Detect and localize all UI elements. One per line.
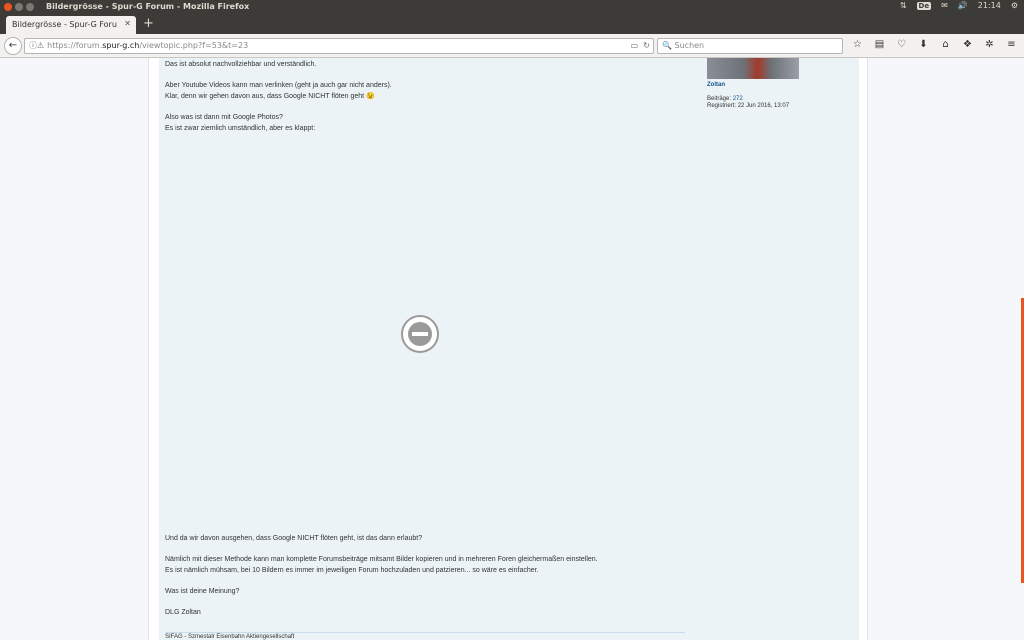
window-minimize-button[interactable]: [15, 3, 23, 11]
os-top-bar: Bildergrösse - Spur-G Forum - Mozilla Fi…: [0, 0, 1024, 14]
post-paragraph: Das ist absolut nachvollziehbar und vers…: [165, 59, 685, 70]
post-body: Das ist absolut nachvollziehbar und vers…: [165, 58, 685, 144]
mail-icon[interactable]: ✉: [941, 1, 948, 10]
post-text-line: Das ist absolut nachvollziehbar und vers…: [165, 61, 317, 68]
post-paragraph: DLG Zoltan: [165, 607, 685, 618]
post-text-line: Aber Youtube Videos kann man verlinken (…: [165, 82, 392, 89]
post-body-continued: Und da wir davon ausgehen, dass Google N…: [165, 533, 685, 628]
download-arrow-icon[interactable]: ⬇: [916, 39, 931, 50]
author-profile: Zoltan Beiträge: 272 Registriert: 22 Jun…: [707, 58, 807, 110]
tab-strip: Bildergrösse - Spur-G Foru ✕ +: [0, 14, 1024, 34]
bookmark-star-icon[interactable]: ☆: [850, 39, 865, 50]
back-arrow-icon[interactable]: ←: [4, 37, 22, 55]
volume-icon[interactable]: 🔊: [958, 1, 968, 10]
url-host: spur-g.ch: [102, 41, 140, 50]
posts-count-link[interactable]: 272: [733, 96, 743, 102]
signature-divider: [165, 632, 685, 633]
post-text-line: Es ist nämlich mühsam, bei 10 Bildern es…: [165, 567, 539, 574]
keyboard-layout-indicator[interactable]: De: [916, 1, 932, 10]
post-paragraph: Also was ist dann mit Google Photos? Es …: [165, 112, 685, 134]
clock[interactable]: 21:14: [978, 1, 1001, 10]
author-meta: Beiträge: 272 Registriert: 22 Jun 2016, …: [707, 96, 807, 110]
tab-title: Bildergrösse - Spur-G Foru: [12, 20, 117, 29]
registered-date: 22 Jun 2016, 13:07: [737, 103, 790, 109]
post-paragraph: Und da wir davon ausgehen, dass Google N…: [165, 533, 685, 544]
post-text-line: DLG Zoltan: [165, 609, 201, 616]
settings-gear-icon[interactable]: ⚙: [1011, 1, 1018, 10]
page-viewport: Das ist absolut nachvollziehbar und vers…: [0, 58, 1024, 640]
search-placeholder: Suchen: [674, 41, 705, 50]
post-text-line: Nämlich mit dieser Methode kann man komp…: [165, 556, 598, 563]
post-paragraph: Aber Youtube Videos kann man verlinken (…: [165, 80, 685, 102]
window-maximize-button[interactable]: [26, 3, 34, 11]
post-text-line: Klar, denn wir gehen davon aus, dass Goo…: [165, 93, 375, 100]
post-text-line: Was ist deine Meinung?: [165, 588, 240, 595]
post-text-line: Und da wir davon ausgehen, dass Google N…: [165, 535, 423, 542]
forum-container: Das ist absolut nachvollziehbar und vers…: [148, 58, 868, 640]
blocked-content-icon: [401, 315, 439, 353]
post-text-line: Also was ist dann mit Google Photos?: [165, 114, 283, 121]
network-icon[interactable]: ⇅: [900, 1, 907, 10]
site-info-icon[interactable]: ⓘ⚠: [29, 41, 44, 50]
url-path: /viewtopic.php?f=53&t=23: [139, 41, 249, 50]
tab-close-icon[interactable]: ✕: [124, 19, 131, 28]
addon-icon[interactable]: ✲: [982, 39, 997, 50]
url-bar[interactable]: ⓘ⚠ https://forum.spur-g.ch/viewtopic.php?…: [24, 38, 654, 54]
pocket-icon[interactable]: ♡: [894, 39, 909, 50]
blocked-embedded-image[interactable]: [159, 140, 679, 530]
author-username-link[interactable]: Zoltan: [707, 82, 807, 88]
forum-post: Das ist absolut nachvollziehbar und vers…: [159, 58, 859, 640]
system-tray: ⇅ De ✉ 🔊 21:14 ⚙: [900, 1, 1018, 10]
home-icon[interactable]: ⌂: [938, 39, 953, 50]
post-text-line: Es ist zwar ziemlich umständlich, aber e…: [165, 125, 316, 132]
window-close-button[interactable]: [4, 3, 12, 11]
url-scheme: https://forum.: [47, 41, 103, 50]
window-title: Bildergrösse - Spur-G Forum - Mozilla Fi…: [46, 2, 250, 11]
search-input[interactable]: 🔍 Suchen: [657, 38, 843, 54]
library-icon[interactable]: ▤: [872, 39, 887, 50]
post-paragraph: Was ist deine Meinung?: [165, 586, 685, 597]
toolbar-icons: ☆ ▤ ♡ ⬇ ⌂ ❖ ✲ ≡: [850, 39, 1019, 50]
hamburger-menu-icon[interactable]: ≡: [1004, 39, 1019, 50]
reader-reload-icons[interactable]: ▭ ↻: [631, 39, 650, 53]
search-icon: 🔍: [662, 41, 672, 50]
extension-icon[interactable]: ❖: [960, 39, 975, 50]
post-paragraph: Nämlich mit dieser Methode kann man komp…: [165, 554, 685, 576]
browser-tab[interactable]: Bildergrösse - Spur-G Foru ✕: [6, 16, 136, 34]
new-tab-plus-icon[interactable]: +: [143, 16, 154, 31]
navigation-toolbar: ← ⓘ⚠ https://forum.spur-g.ch/viewtopic.ph…: [0, 34, 1024, 58]
post-signature: SIFAG - Szmestalr Eisenbahn Aktiengesell…: [165, 634, 295, 640]
avatar[interactable]: [707, 58, 799, 79]
posts-label: Beiträge:: [707, 96, 732, 102]
registered-label: Registriert:: [707, 103, 737, 109]
